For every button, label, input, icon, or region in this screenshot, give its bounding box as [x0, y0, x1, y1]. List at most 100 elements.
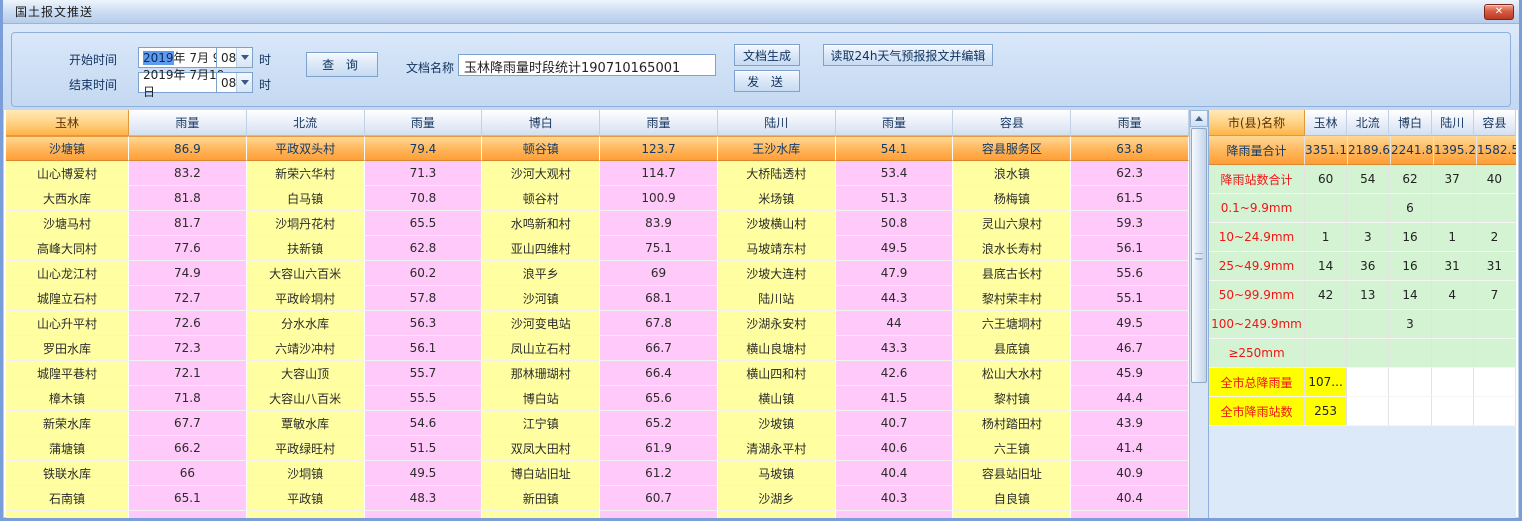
summary-column-header[interactable]: 容县 — [1474, 110, 1516, 136]
end-hour-combo[interactable]: 08 — [216, 72, 253, 93]
rainfall-value-cell[interactable]: 72.1 — [129, 361, 247, 386]
column-header[interactable]: 容县 — [953, 110, 1071, 136]
station-name-cell[interactable]: 杨梅镇 — [953, 186, 1071, 211]
station-name-cell[interactable]: 横山良塘村 — [718, 336, 836, 361]
rainfall-value-cell[interactable]: 60.2 — [365, 261, 483, 286]
query-button[interactable]: 查 询 — [306, 52, 378, 77]
rainfall-value-cell[interactable]: 44.4 — [1071, 386, 1189, 411]
station-name-cell[interactable]: 平政镇 — [247, 486, 365, 511]
station-name-cell[interactable]: 沙坡镇 — [718, 411, 836, 436]
station-name-cell[interactable]: 松山大水村 — [953, 361, 1071, 386]
rainfall-value-cell[interactable]: 71.8 — [129, 386, 247, 411]
rainfall-value-cell[interactable]: 50.8 — [836, 211, 954, 236]
station-name-cell[interactable]: 石南镇 — [6, 486, 129, 511]
rainfall-value-cell[interactable]: 62.8 — [365, 236, 483, 261]
station-name-cell[interactable]: 高峰大同村 — [6, 236, 129, 261]
rainfall-value-cell[interactable]: 79.4 — [365, 136, 483, 161]
column-header[interactable]: 雨量 — [600, 110, 718, 136]
station-name-cell[interactable]: 沙湖乡 — [718, 486, 836, 511]
rainfall-value-cell[interactable]: 45.9 — [1071, 361, 1189, 386]
station-name-cell[interactable]: 樟木镇 — [6, 386, 129, 411]
column-header[interactable]: 北流 — [247, 110, 365, 136]
rainfall-value-cell[interactable]: 66.7 — [600, 336, 718, 361]
rainfall-value-cell[interactable]: 100.9 — [600, 186, 718, 211]
summary-row[interactable]: 降雨站数合计6054623740 — [1209, 165, 1516, 194]
rainfall-value-cell[interactable]: 48.3 — [365, 486, 483, 511]
column-header[interactable]: 陆川 — [718, 110, 836, 136]
rainfall-value-cell[interactable]: 44.3 — [836, 286, 954, 311]
rainfall-value-cell[interactable]: 40.9 — [1071, 461, 1189, 486]
rainfall-value-cell[interactable]: 114.7 — [600, 161, 718, 186]
rainfall-value-cell[interactable] — [129, 511, 247, 518]
station-name-cell[interactable]: 亚山四维村 — [482, 236, 600, 261]
table-row[interactable]: 山心升平村72.6分水水库56.3沙河变电站67.8沙湖永安村44六王塘垌村49… — [6, 311, 1189, 336]
station-name-cell[interactable]: 沙河变电站 — [482, 311, 600, 336]
rainfall-value-cell[interactable]: 55.1 — [1071, 286, 1189, 311]
summary-column-header[interactable]: 博白 — [1389, 110, 1431, 136]
station-name-cell[interactable]: 顿谷村 — [482, 186, 600, 211]
station-name-cell[interactable] — [953, 511, 1071, 518]
summary-row[interactable]: 10~24.9mm131612 — [1209, 223, 1516, 252]
rainfall-value-cell[interactable]: 46.7 — [1071, 336, 1189, 361]
rainfall-value-cell[interactable]: 51.3 — [836, 186, 954, 211]
summary-column-header[interactable]: 市(县)名称 — [1209, 110, 1305, 136]
station-name-cell[interactable]: 城隍立石村 — [6, 286, 129, 311]
close-icon[interactable]: ✕ — [1484, 4, 1514, 20]
station-name-cell[interactable]: 博白站旧址 — [482, 461, 600, 486]
station-name-cell[interactable]: 大容山六百米 — [247, 261, 365, 286]
station-name-cell[interactable]: 铁联水库 — [6, 461, 129, 486]
station-name-cell[interactable]: 蒲塘镇 — [6, 436, 129, 461]
station-name-cell[interactable]: 平政岭垌村 — [247, 286, 365, 311]
rainfall-value-cell[interactable]: 77.6 — [129, 236, 247, 261]
column-header[interactable]: 玉林 — [6, 110, 129, 136]
station-name-cell[interactable]: 江宁镇 — [482, 411, 600, 436]
rainfall-value-cell[interactable]: 67.7 — [129, 411, 247, 436]
station-name-cell[interactable]: 双凤大田村 — [482, 436, 600, 461]
table-row[interactable]: 铁联水库66沙垌镇49.5博白站旧址61.2马坡镇40.4容县站旧址40.9 — [6, 461, 1189, 486]
rainfall-value-cell[interactable]: 65.1 — [129, 486, 247, 511]
rainfall-value-cell[interactable] — [1071, 511, 1189, 518]
station-name-cell[interactable]: 大容山顶 — [247, 361, 365, 386]
summary-row[interactable]: 0.1~9.9mm6 — [1209, 194, 1516, 223]
station-name-cell[interactable]: 横山四和村 — [718, 361, 836, 386]
station-name-cell[interactable]: 新田镇 — [482, 486, 600, 511]
station-name-cell[interactable]: 水鸣新和村 — [482, 211, 600, 236]
summary-row[interactable]: 全市降雨站数253 — [1209, 397, 1516, 426]
station-name-cell[interactable] — [6, 511, 129, 518]
rainfall-value-cell[interactable]: 43.3 — [836, 336, 954, 361]
read-forecast-button[interactable]: 读取24h天气预报报文并编辑 — [823, 44, 993, 66]
station-name-cell[interactable]: 沙河大观村 — [482, 161, 600, 186]
station-name-cell[interactable]: 浪水长寿村 — [953, 236, 1071, 261]
station-name-cell[interactable]: 沙垌镇 — [247, 461, 365, 486]
rainfall-value-cell[interactable]: 62.3 — [1071, 161, 1189, 186]
summary-row[interactable]: 50~99.9mm42131447 — [1209, 281, 1516, 310]
station-name-cell[interactable]: 平政双头村 — [247, 136, 365, 161]
station-name-cell[interactable]: 马坡镇 — [718, 461, 836, 486]
rainfall-value-cell[interactable]: 123.7 — [600, 136, 718, 161]
station-name-cell[interactable]: 米场镇 — [718, 186, 836, 211]
rainfall-value-cell[interactable]: 55.7 — [365, 361, 483, 386]
station-name-cell[interactable]: 大西水库 — [6, 186, 129, 211]
rainfall-value-cell[interactable]: 49.5 — [836, 236, 954, 261]
station-name-cell[interactable]: 博白站 — [482, 386, 600, 411]
table-row[interactable]: 高峰大同村77.6扶新镇62.8亚山四维村75.1马坡靖东村49.5浪水长寿村5… — [6, 236, 1189, 261]
table-row[interactable]: 山心博爱村83.2新荣六华村71.3沙河大观村114.7大桥陆透村53.4浪水镇… — [6, 161, 1189, 186]
rainfall-value-cell[interactable]: 41.4 — [1071, 436, 1189, 461]
station-name-cell[interactable]: 顿谷镇 — [482, 136, 600, 161]
rainfall-value-cell[interactable]: 56.3 — [365, 311, 483, 336]
vertical-scrollbar[interactable] — [1189, 110, 1208, 518]
station-name-cell[interactable]: 沙塘镇 — [6, 136, 129, 161]
summary-row[interactable]: 降雨量合计3351.12189.62241.81395.21582.5 — [1209, 136, 1516, 165]
rainfall-value-cell[interactable]: 61.5 — [1071, 186, 1189, 211]
station-name-cell[interactable]: 白马镇 — [247, 186, 365, 211]
station-name-cell[interactable]: 自良镇 — [953, 486, 1071, 511]
generate-doc-button[interactable]: 文档生成 — [734, 44, 800, 66]
station-name-cell[interactable]: 扶新镇 — [247, 236, 365, 261]
rainfall-value-cell[interactable]: 68.1 — [600, 286, 718, 311]
station-name-cell[interactable]: 清湖永平村 — [718, 436, 836, 461]
rainfall-value-cell[interactable]: 66.2 — [129, 436, 247, 461]
chevron-down-icon[interactable] — [236, 73, 252, 92]
station-name-cell[interactable]: 杨村踏田村 — [953, 411, 1071, 436]
doc-name-input[interactable]: 玉林降雨量时段统计190710165001 — [458, 54, 716, 76]
station-name-cell[interactable] — [718, 511, 836, 518]
